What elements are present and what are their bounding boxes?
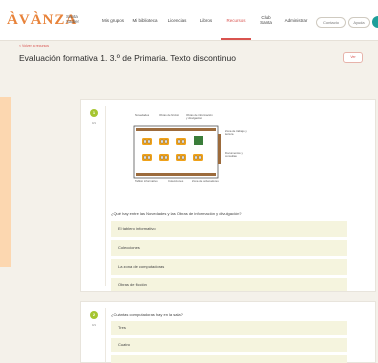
plan-label-ordenadores: Zona de ordenadores	[192, 179, 219, 183]
divider	[105, 106, 106, 286]
question-points: 0/1	[91, 121, 97, 125]
question-number-badge: 1	[90, 109, 98, 117]
top-navigation-bar: ÀVÀNZA Santa Sadler Mis grupos Mi biblio…	[0, 0, 378, 41]
nav-mi-biblioteca[interactable]: Mi biblioteca	[132, 0, 158, 40]
plan-label-novedades: Novedades	[135, 113, 150, 117]
plan-label-tablon: Tablón informativo	[135, 179, 158, 183]
plan-label-ficcion: Obras de ficción	[159, 113, 180, 117]
nav-club[interactable]: Club Santa	[256, 0, 276, 40]
view-button[interactable]: Ver	[343, 52, 363, 63]
divider	[105, 308, 106, 362]
plan-label-trabajo: Zona de trabajo y lectura	[225, 129, 247, 136]
user-avatar[interactable]	[372, 16, 378, 28]
question-card: 1 0/1 Novedades Obras de ficción Obras d…	[80, 99, 376, 292]
answer-option[interactable]: Obras de ficción	[111, 278, 347, 291]
nav-recursos[interactable]: Recursos	[221, 0, 251, 40]
answer-option[interactable]	[111, 355, 347, 363]
question-prompt: ¿Qué hay entre las Novedades y las Obras…	[111, 211, 242, 216]
answer-option[interactable]: Colecciones	[111, 240, 347, 256]
nav-licencias[interactable]: Licencias	[164, 0, 190, 40]
answer-option[interactable]: La zona de computadoras	[111, 259, 347, 275]
library-floor-plan: Novedades Obras de ficción Obras de info…	[126, 114, 252, 184]
question-prompt: ¿Cuántas computadoras hay en la sala?	[111, 312, 183, 317]
answer-option[interactable]: Cuatro	[111, 338, 347, 352]
question-points: 0/1	[91, 323, 97, 327]
nav-libros[interactable]: Libros	[195, 0, 217, 40]
nav-administrar[interactable]: Administrar	[281, 0, 311, 40]
plan-label-informacion: Obras de información y divulgación	[186, 113, 213, 120]
breadcrumb[interactable]: < Volver a recursos	[19, 44, 49, 48]
logo-subtitle: Santa Sadler	[66, 14, 80, 24]
page-title: Evaluación formativa 1. 3.º de Primaria.…	[19, 53, 236, 63]
question-number-badge: 2	[90, 311, 98, 319]
plan-label-documentos: Documentos y consultas	[225, 151, 243, 158]
floor-plan-drawing	[133, 125, 221, 179]
plan-label-colecciones: Colecciones	[168, 179, 184, 183]
answer-option[interactable]: El tablero informativo	[111, 221, 347, 237]
nav-mis-grupos[interactable]: Mis grupos	[100, 0, 126, 40]
help-button[interactable]: Ayuda	[348, 17, 370, 28]
contact-button[interactable]: Contacto	[316, 17, 346, 28]
side-panel-tab[interactable]	[0, 97, 11, 267]
question-card: 2 0/1 ¿Cuántas computadoras hay en la sa…	[80, 301, 376, 363]
answer-option[interactable]: Tres	[111, 321, 347, 335]
